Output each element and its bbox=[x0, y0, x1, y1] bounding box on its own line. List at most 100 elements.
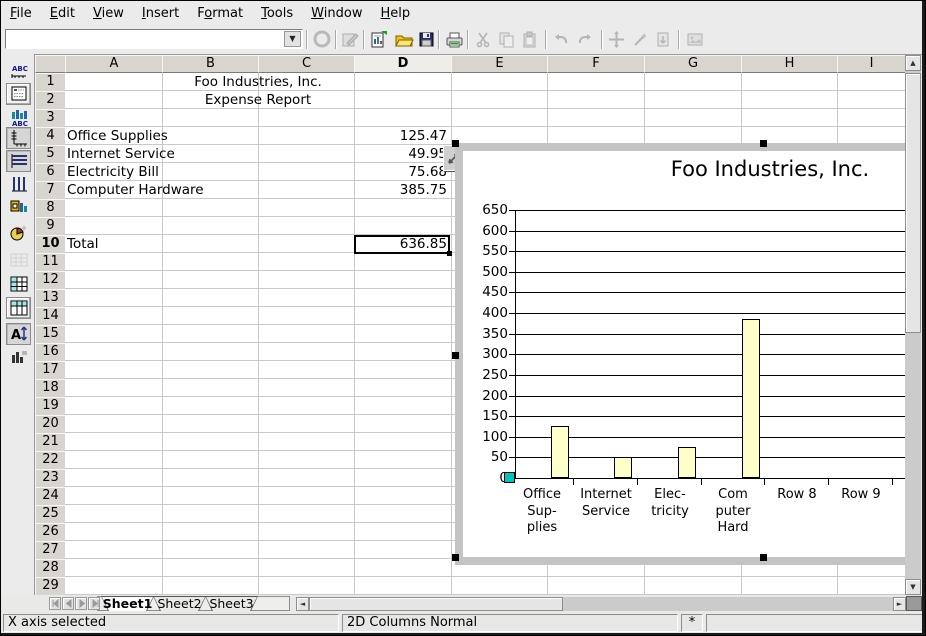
expense-value-cell[interactable]: 125.47 bbox=[355, 127, 447, 145]
data-in-columns-icon[interactable] bbox=[6, 297, 31, 319]
menu-insert[interactable]: Insert bbox=[133, 4, 188, 23]
bar-4[interactable] bbox=[742, 319, 760, 478]
tab-next-button[interactable] bbox=[75, 597, 87, 610]
chart-title[interactable]: Foo Industries, Inc. bbox=[671, 157, 869, 181]
row-header-24[interactable]: 24 bbox=[35, 487, 66, 506]
expense-value-cell[interactable]: 49.95 bbox=[355, 145, 447, 163]
reorganize-chart-icon[interactable] bbox=[6, 346, 31, 368]
row-header-20[interactable]: 20 bbox=[35, 415, 66, 434]
combobox-dropdown-arrow-icon[interactable]: ▼ bbox=[284, 31, 301, 47]
axis-selection-handle[interactable] bbox=[504, 472, 515, 483]
open-icon[interactable] bbox=[392, 28, 415, 51]
bar-1[interactable] bbox=[551, 426, 569, 478]
menu-view[interactable]: View bbox=[84, 4, 133, 23]
scale-text-icon[interactable]: A bbox=[6, 323, 31, 345]
print-icon[interactable] bbox=[443, 28, 466, 51]
row-header-8[interactable]: 8 bbox=[35, 199, 66, 218]
column-header-C[interactable]: C bbox=[258, 55, 355, 73]
expense-label-cell[interactable]: Internet Service bbox=[67, 145, 175, 163]
fill-handle[interactable] bbox=[447, 251, 452, 256]
row-header-9[interactable]: 9 bbox=[35, 217, 66, 236]
sheet-tab-sheet3[interactable]: Sheet3 bbox=[205, 596, 258, 611]
vertical-grid-icon[interactable] bbox=[6, 173, 31, 195]
expense-label-cell[interactable]: Office Supplies bbox=[67, 127, 168, 145]
sheet-tab-sheet1[interactable]: Sheet1 bbox=[101, 596, 154, 611]
row-header-17[interactable]: 17 bbox=[35, 361, 66, 380]
selection-handle-top-left[interactable] bbox=[452, 140, 459, 147]
selection-handle-top-middle[interactable] bbox=[760, 140, 767, 147]
row-header-29[interactable]: 29 bbox=[35, 577, 66, 596]
chart-canvas[interactable]: Foo Industries, Inc. 0501001502002503003… bbox=[463, 151, 905, 557]
data-in-rows-icon[interactable] bbox=[6, 273, 31, 295]
selection-handle-bottom-left[interactable] bbox=[452, 554, 459, 561]
bar-2[interactable] bbox=[614, 457, 632, 478]
menu-file[interactable]: File bbox=[1, 4, 41, 23]
column-header-H[interactable]: H bbox=[741, 55, 838, 73]
row-header-15[interactable]: 15 bbox=[35, 325, 66, 344]
hscroll-right-button[interactable]: ► bbox=[893, 597, 906, 611]
column-header-B[interactable]: B bbox=[162, 55, 259, 73]
legend-icon[interactable] bbox=[6, 83, 31, 105]
row-header-5[interactable]: 5 bbox=[35, 145, 66, 164]
scroll-up-button[interactable]: ▲ bbox=[905, 55, 921, 71]
selection-handle-left-middle[interactable] bbox=[452, 352, 459, 359]
row-header-23[interactable]: 23 bbox=[35, 469, 66, 488]
selection-handle-bottom-middle[interactable] bbox=[760, 554, 767, 561]
hscroll-left-button[interactable]: ◄ bbox=[296, 597, 309, 611]
chart-autoformat-icon[interactable] bbox=[6, 222, 31, 244]
expense-value-cell[interactable]: 385.75 bbox=[355, 181, 447, 199]
menu-window[interactable]: Window bbox=[302, 4, 371, 23]
expense-label-cell[interactable]: Electricity Bill bbox=[67, 163, 159, 181]
column-header-G[interactable]: G bbox=[644, 55, 742, 73]
row-header-28[interactable]: 28 bbox=[35, 559, 66, 578]
menu-format[interactable]: Format bbox=[188, 4, 252, 23]
row-header-26[interactable]: 26 bbox=[35, 523, 66, 542]
save-icon[interactable] bbox=[415, 28, 438, 51]
row-header-4[interactable]: 4 bbox=[35, 127, 66, 146]
cell-reference-input[interactable] bbox=[7, 31, 283, 49]
row-header-6[interactable]: 6 bbox=[35, 163, 66, 182]
row-header-2[interactable]: 2 bbox=[35, 91, 66, 110]
expense-value-cell[interactable]: 75.68 bbox=[355, 163, 447, 181]
row-header-11[interactable]: 11 bbox=[35, 253, 66, 272]
row-header-1[interactable]: 1 bbox=[35, 73, 66, 92]
horizontal-grid-icon[interactable] bbox=[6, 150, 31, 172]
merged-title-cell[interactable]: Foo Industries, Inc. bbox=[162, 73, 354, 91]
tab-first-button[interactable] bbox=[49, 597, 61, 610]
row-header-12[interactable]: 12 bbox=[35, 271, 66, 290]
row-header-25[interactable]: 25 bbox=[35, 505, 66, 524]
row-header-13[interactable]: 13 bbox=[35, 289, 66, 308]
tab-prev-button[interactable] bbox=[62, 597, 74, 610]
expense-label-cell[interactable]: Computer Hardware bbox=[67, 181, 204, 199]
bar-3[interactable] bbox=[678, 447, 696, 478]
axis-labels-icon[interactable] bbox=[6, 127, 31, 149]
row-header-3[interactable]: 3 bbox=[35, 109, 66, 128]
axis-descriptions-icon[interactable]: ABC bbox=[6, 107, 31, 129]
tab-last-button[interactable] bbox=[88, 597, 100, 610]
column-header-I[interactable]: I bbox=[837, 55, 906, 73]
row-header-16[interactable]: 16 bbox=[35, 343, 66, 362]
vertical-scrollbar-thumb[interactable] bbox=[905, 73, 921, 333]
column-header-D[interactable]: D bbox=[354, 55, 452, 73]
select-all-corner[interactable] bbox=[35, 55, 66, 73]
merged-title-cell[interactable]: Expense Report bbox=[162, 91, 354, 109]
row-header-21[interactable]: 21 bbox=[35, 433, 66, 452]
column-header-A[interactable]: A bbox=[65, 55, 163, 73]
row-header-19[interactable]: 19 bbox=[35, 397, 66, 416]
menu-edit[interactable]: Edit bbox=[41, 4, 84, 23]
chart-type-icon[interactable] bbox=[6, 197, 31, 219]
row-header-10[interactable]: 10 bbox=[35, 235, 66, 254]
scroll-down-button[interactable]: ▼ bbox=[905, 579, 921, 595]
row-header-18[interactable]: 18 bbox=[35, 379, 66, 398]
horizontal-scrollbar-thumb[interactable] bbox=[309, 597, 563, 611]
column-header-E[interactable]: E bbox=[451, 55, 548, 73]
row-header-22[interactable]: 22 bbox=[35, 451, 66, 470]
column-header-F[interactable]: F bbox=[547, 55, 645, 73]
row-header-7[interactable]: 7 bbox=[35, 181, 66, 200]
axes-title-icon[interactable]: ABC bbox=[6, 61, 31, 83]
cell-reference-combobox[interactable]: ▼ bbox=[5, 29, 303, 49]
active-cell-selection[interactable] bbox=[354, 235, 450, 254]
row-header-27[interactable]: 27 bbox=[35, 541, 66, 560]
expense-label-cell[interactable]: Total bbox=[67, 235, 99, 253]
row-header-14[interactable]: 14 bbox=[35, 307, 66, 326]
